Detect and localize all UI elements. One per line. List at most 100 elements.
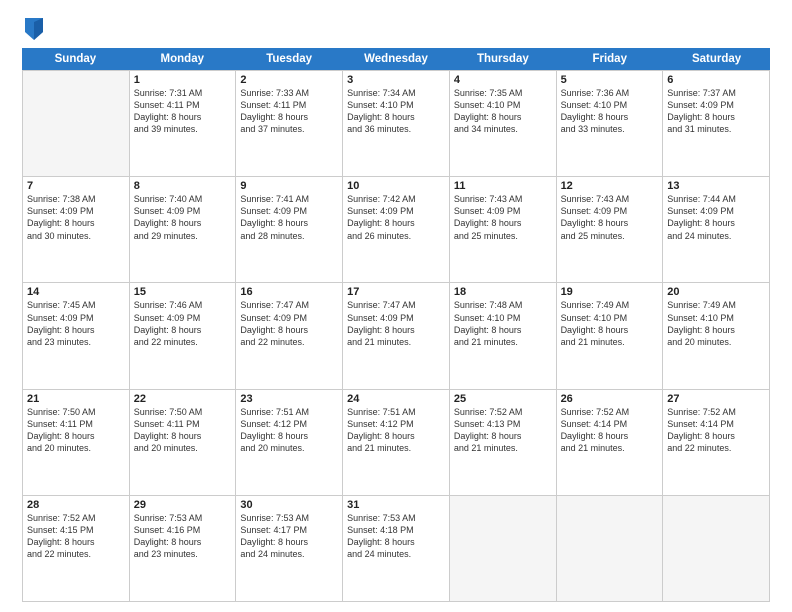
cell-info: Sunrise: 7:41 AM Sunset: 4:09 PM Dayligh… [240,193,338,242]
cell-info: Sunrise: 7:33 AM Sunset: 4:11 PM Dayligh… [240,87,338,136]
cell-info: Sunrise: 7:50 AM Sunset: 4:11 PM Dayligh… [134,406,232,455]
cell-info: Sunrise: 7:50 AM Sunset: 4:11 PM Dayligh… [27,406,125,455]
day-number: 30 [240,499,338,511]
cell-info: Sunrise: 7:49 AM Sunset: 4:10 PM Dayligh… [561,299,659,348]
day-number: 12 [561,180,659,192]
cell-info: Sunrise: 7:49 AM Sunset: 4:10 PM Dayligh… [667,299,765,348]
header-day: Thursday [449,48,556,70]
day-number: 5 [561,74,659,86]
calendar-cell: 29Sunrise: 7:53 AM Sunset: 4:16 PM Dayli… [130,496,237,601]
calendar-cell: 13Sunrise: 7:44 AM Sunset: 4:09 PM Dayli… [663,177,770,282]
day-number: 6 [667,74,765,86]
day-number: 10 [347,180,445,192]
cell-info: Sunrise: 7:52 AM Sunset: 4:14 PM Dayligh… [561,406,659,455]
header [22,18,770,40]
day-number: 24 [347,393,445,405]
calendar-cell: 8Sunrise: 7:40 AM Sunset: 4:09 PM Daylig… [130,177,237,282]
calendar-row: 14Sunrise: 7:45 AM Sunset: 4:09 PM Dayli… [23,282,770,388]
day-number: 16 [240,286,338,298]
header-day: Friday [556,48,663,70]
calendar-cell: 7Sunrise: 7:38 AM Sunset: 4:09 PM Daylig… [23,177,130,282]
calendar-cell: 2Sunrise: 7:33 AM Sunset: 4:11 PM Daylig… [236,71,343,176]
cell-info: Sunrise: 7:52 AM Sunset: 4:14 PM Dayligh… [667,406,765,455]
day-number: 31 [347,499,445,511]
day-number: 7 [27,180,125,192]
calendar-row: 7Sunrise: 7:38 AM Sunset: 4:09 PM Daylig… [23,176,770,282]
calendar-body: 1Sunrise: 7:31 AM Sunset: 4:11 PM Daylig… [22,70,770,602]
calendar: SundayMondayTuesdayWednesdayThursdayFrid… [22,48,770,602]
cell-info: Sunrise: 7:40 AM Sunset: 4:09 PM Dayligh… [134,193,232,242]
cell-info: Sunrise: 7:47 AM Sunset: 4:09 PM Dayligh… [240,299,338,348]
calendar-row: 21Sunrise: 7:50 AM Sunset: 4:11 PM Dayli… [23,389,770,495]
calendar-cell: 5Sunrise: 7:36 AM Sunset: 4:10 PM Daylig… [557,71,664,176]
day-number: 14 [27,286,125,298]
calendar-cell: 26Sunrise: 7:52 AM Sunset: 4:14 PM Dayli… [557,390,664,495]
header-day: Sunday [22,48,129,70]
day-number: 27 [667,393,765,405]
calendar-cell: 16Sunrise: 7:47 AM Sunset: 4:09 PM Dayli… [236,283,343,388]
day-number: 29 [134,499,232,511]
calendar-cell: 24Sunrise: 7:51 AM Sunset: 4:12 PM Dayli… [343,390,450,495]
cell-info: Sunrise: 7:43 AM Sunset: 4:09 PM Dayligh… [454,193,552,242]
day-number: 19 [561,286,659,298]
day-number: 8 [134,180,232,192]
cell-info: Sunrise: 7:45 AM Sunset: 4:09 PM Dayligh… [27,299,125,348]
logo-icon [25,18,43,40]
calendar-cell: 3Sunrise: 7:34 AM Sunset: 4:10 PM Daylig… [343,71,450,176]
calendar-cell: 14Sunrise: 7:45 AM Sunset: 4:09 PM Dayli… [23,283,130,388]
calendar-cell: 18Sunrise: 7:48 AM Sunset: 4:10 PM Dayli… [450,283,557,388]
header-day: Wednesday [343,48,450,70]
cell-info: Sunrise: 7:53 AM Sunset: 4:17 PM Dayligh… [240,512,338,561]
header-day: Monday [129,48,236,70]
day-number: 1 [134,74,232,86]
day-number: 21 [27,393,125,405]
calendar-row: 1Sunrise: 7:31 AM Sunset: 4:11 PM Daylig… [23,70,770,176]
cell-info: Sunrise: 7:35 AM Sunset: 4:10 PM Dayligh… [454,87,552,136]
calendar-cell: 11Sunrise: 7:43 AM Sunset: 4:09 PM Dayli… [450,177,557,282]
calendar-cell: 4Sunrise: 7:35 AM Sunset: 4:10 PM Daylig… [450,71,557,176]
calendar-cell: 19Sunrise: 7:49 AM Sunset: 4:10 PM Dayli… [557,283,664,388]
calendar-cell: 21Sunrise: 7:50 AM Sunset: 4:11 PM Dayli… [23,390,130,495]
calendar-cell: 30Sunrise: 7:53 AM Sunset: 4:17 PM Dayli… [236,496,343,601]
cell-info: Sunrise: 7:31 AM Sunset: 4:11 PM Dayligh… [134,87,232,136]
calendar-cell: 17Sunrise: 7:47 AM Sunset: 4:09 PM Dayli… [343,283,450,388]
cell-info: Sunrise: 7:38 AM Sunset: 4:09 PM Dayligh… [27,193,125,242]
logo [22,18,45,40]
calendar-cell [663,496,770,601]
cell-info: Sunrise: 7:46 AM Sunset: 4:09 PM Dayligh… [134,299,232,348]
calendar-cell: 27Sunrise: 7:52 AM Sunset: 4:14 PM Dayli… [663,390,770,495]
day-number: 2 [240,74,338,86]
day-number: 11 [454,180,552,192]
calendar-cell: 22Sunrise: 7:50 AM Sunset: 4:11 PM Dayli… [130,390,237,495]
day-number: 17 [347,286,445,298]
calendar-cell: 12Sunrise: 7:43 AM Sunset: 4:09 PM Dayli… [557,177,664,282]
cell-info: Sunrise: 7:51 AM Sunset: 4:12 PM Dayligh… [240,406,338,455]
header-day: Saturday [663,48,770,70]
page: SundayMondayTuesdayWednesdayThursdayFrid… [0,0,792,612]
day-number: 25 [454,393,552,405]
day-number: 3 [347,74,445,86]
cell-info: Sunrise: 7:48 AM Sunset: 4:10 PM Dayligh… [454,299,552,348]
header-day: Tuesday [236,48,343,70]
day-number: 4 [454,74,552,86]
day-number: 26 [561,393,659,405]
calendar-cell: 28Sunrise: 7:52 AM Sunset: 4:15 PM Dayli… [23,496,130,601]
calendar-cell: 20Sunrise: 7:49 AM Sunset: 4:10 PM Dayli… [663,283,770,388]
cell-info: Sunrise: 7:53 AM Sunset: 4:16 PM Dayligh… [134,512,232,561]
day-number: 15 [134,286,232,298]
calendar-cell: 23Sunrise: 7:51 AM Sunset: 4:12 PM Dayli… [236,390,343,495]
calendar-row: 28Sunrise: 7:52 AM Sunset: 4:15 PM Dayli… [23,495,770,601]
calendar-cell: 15Sunrise: 7:46 AM Sunset: 4:09 PM Dayli… [130,283,237,388]
day-number: 23 [240,393,338,405]
cell-info: Sunrise: 7:44 AM Sunset: 4:09 PM Dayligh… [667,193,765,242]
day-number: 20 [667,286,765,298]
calendar-header: SundayMondayTuesdayWednesdayThursdayFrid… [22,48,770,70]
calendar-cell [23,71,130,176]
cell-info: Sunrise: 7:37 AM Sunset: 4:09 PM Dayligh… [667,87,765,136]
cell-info: Sunrise: 7:42 AM Sunset: 4:09 PM Dayligh… [347,193,445,242]
calendar-cell [557,496,664,601]
calendar-cell: 1Sunrise: 7:31 AM Sunset: 4:11 PM Daylig… [130,71,237,176]
cell-info: Sunrise: 7:47 AM Sunset: 4:09 PM Dayligh… [347,299,445,348]
day-number: 9 [240,180,338,192]
day-number: 18 [454,286,552,298]
